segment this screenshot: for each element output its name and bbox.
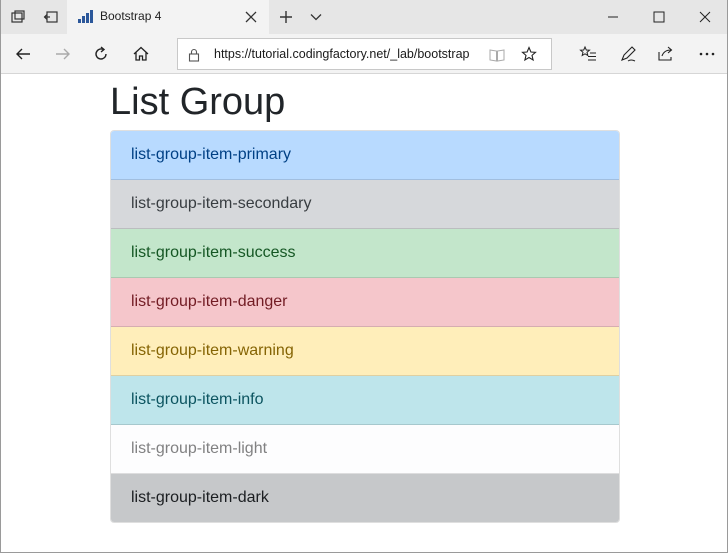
home-icon[interactable] [121, 34, 161, 74]
tab-strip: Bootstrap 4 [1, 0, 727, 34]
chevron-down-icon[interactable] [299, 0, 333, 34]
more-options-icon[interactable] [687, 34, 727, 74]
lock-icon[interactable] [187, 47, 201, 66]
list-group: list-group-item-primary list-group-item-… [110, 130, 620, 523]
list-item-dark: list-group-item-dark [111, 474, 619, 522]
page-heading: List Group [110, 81, 286, 123]
refresh-icon[interactable] [81, 34, 121, 74]
close-tab-icon[interactable] [243, 9, 259, 25]
list-item-primary: list-group-item-primary [111, 131, 619, 180]
maximize-icon[interactable] [636, 0, 682, 34]
url-text[interactable]: https://tutorial.codingfactory.net/_lab/… [214, 47, 484, 61]
back-arrow-icon[interactable] [3, 34, 43, 74]
tab-bootstrap-4[interactable]: Bootstrap 4 [67, 0, 269, 34]
new-tab-icon[interactable] [269, 0, 303, 34]
page-content: List Group list-group-item-primary list-… [1, 75, 727, 552]
list-item-warning: list-group-item-warning [111, 327, 619, 376]
list-item-success: list-group-item-success [111, 229, 619, 278]
pen-notes-icon[interactable] [608, 34, 648, 74]
tab-preview-icon[interactable] [1, 0, 35, 34]
tabs-aside-icon[interactable] [34, 0, 68, 34]
navigation-bar: https://tutorial.codingfactory.net/_lab/… [1, 34, 727, 74]
list-item-secondary: list-group-item-secondary [111, 180, 619, 229]
minimize-icon[interactable] [590, 0, 636, 34]
address-bar[interactable]: https://tutorial.codingfactory.net/_lab/… [177, 38, 552, 70]
bar-chart-favicon-icon [77, 9, 93, 25]
list-item-info: list-group-item-info [111, 376, 619, 425]
close-window-icon[interactable] [682, 0, 727, 34]
forward-arrow-icon[interactable] [43, 34, 83, 74]
browser-window: Bootstrap 4 https://tutorial.codingfacto… [0, 0, 728, 553]
share-icon[interactable] [646, 34, 686, 74]
list-item-light: list-group-item-light [111, 425, 619, 474]
tab-title: Bootstrap 4 [100, 9, 162, 23]
favorites-hub-icon[interactable] [568, 34, 608, 74]
reading-view-icon[interactable] [489, 47, 505, 66]
list-item-danger: list-group-item-danger [111, 278, 619, 327]
favorite-star-icon[interactable] [521, 46, 537, 66]
